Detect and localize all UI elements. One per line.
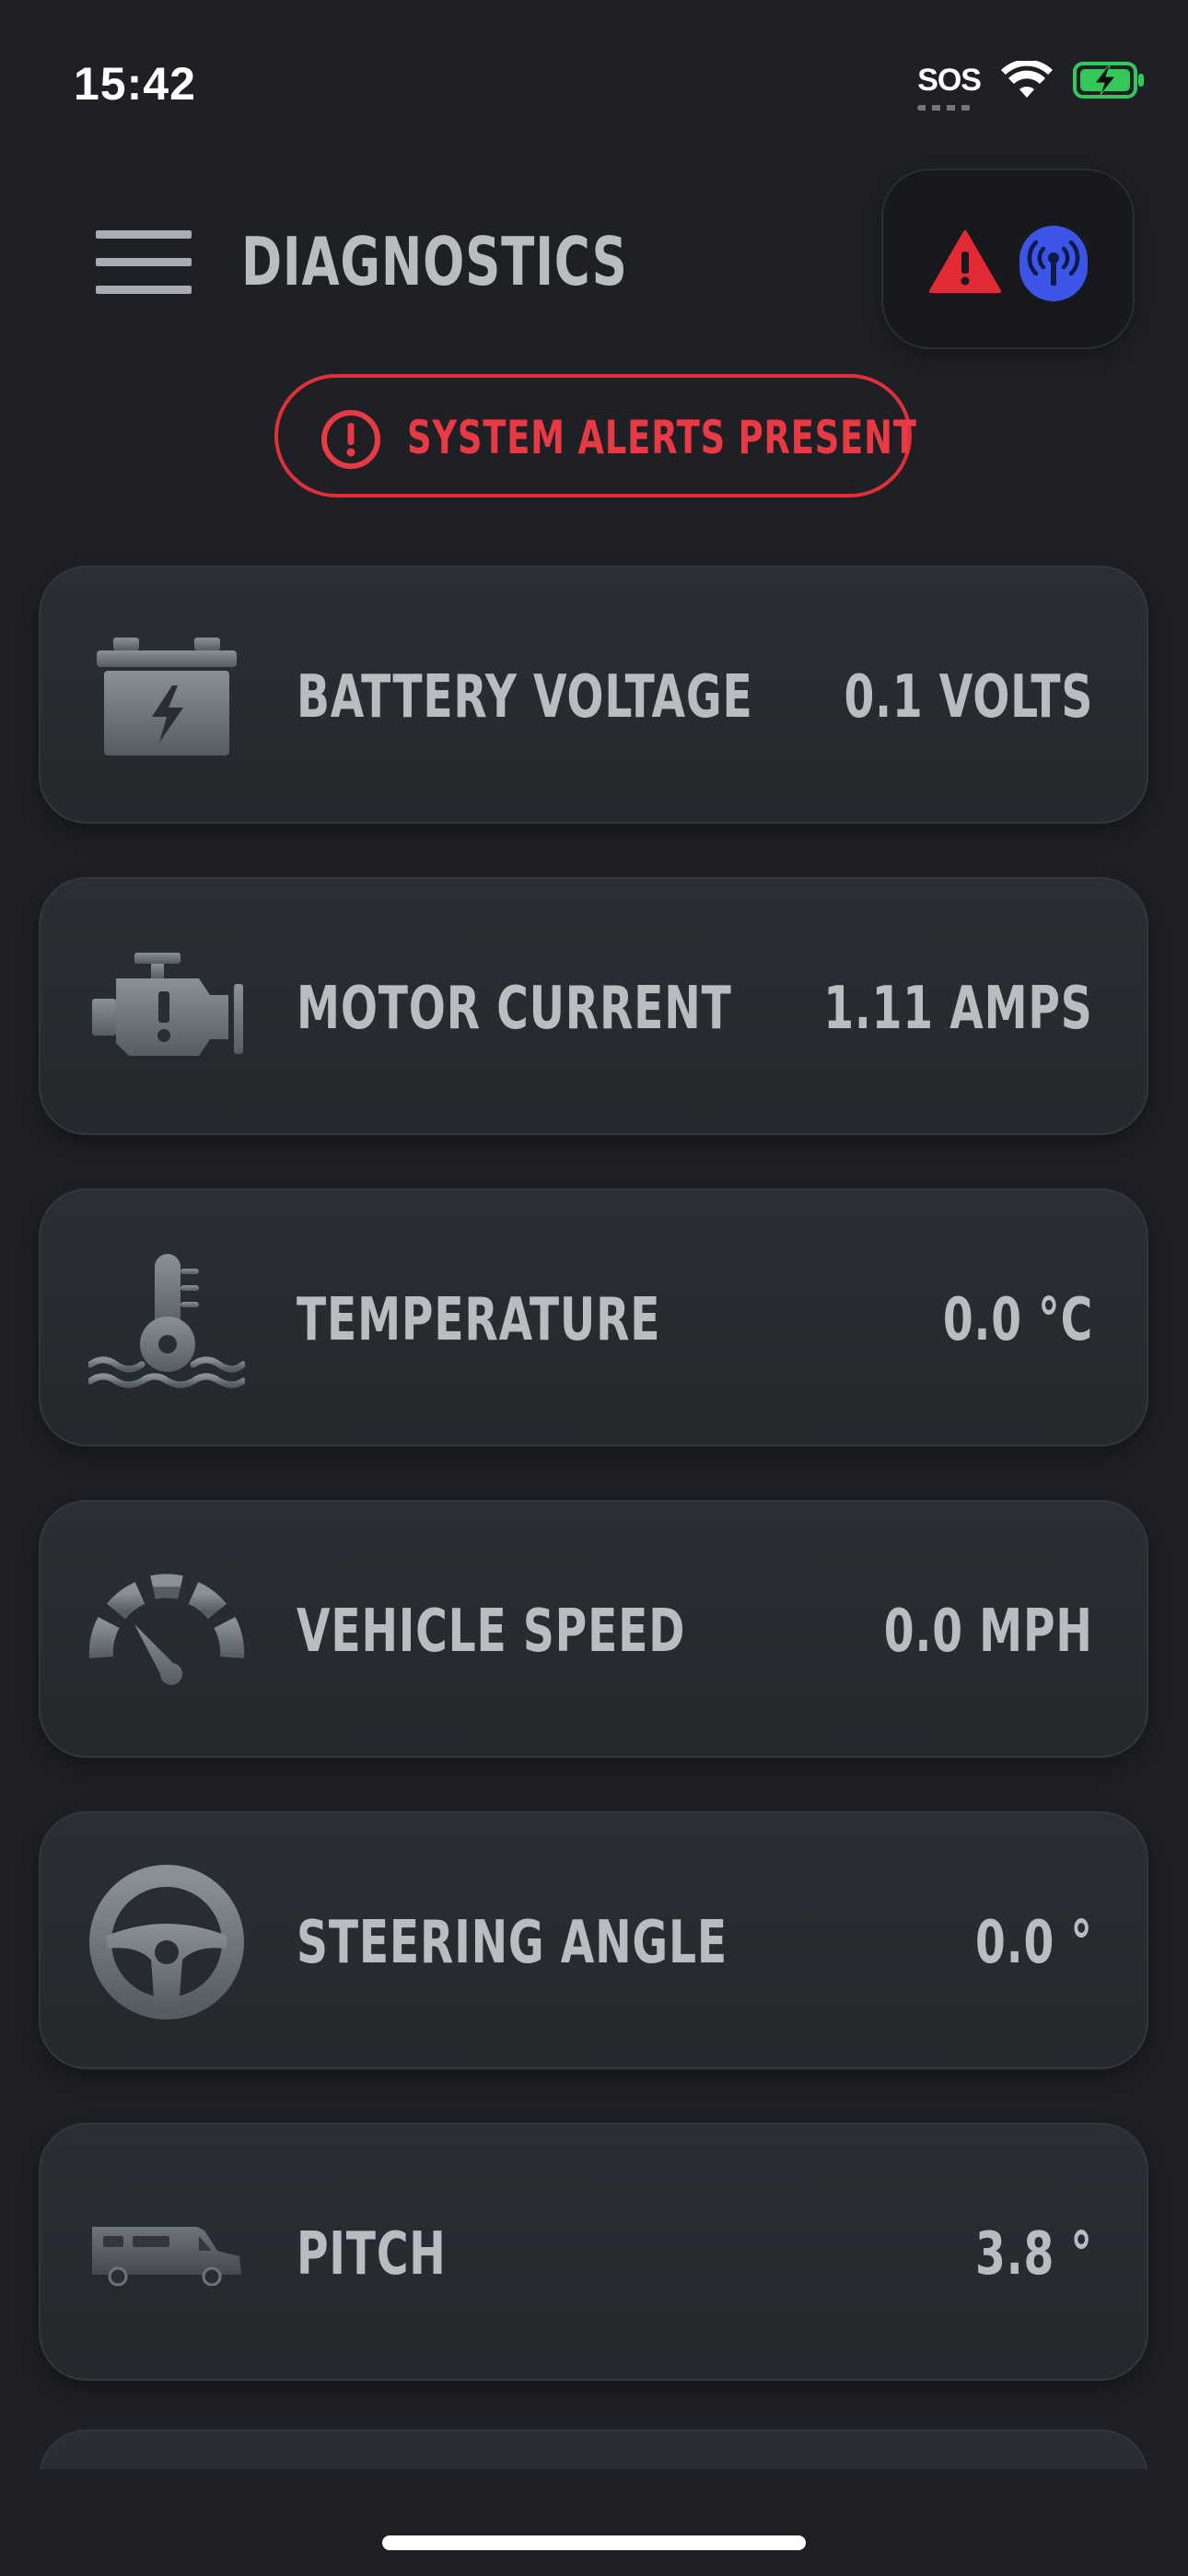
metric-value: 0.0 ° — [975, 1909, 1093, 1977]
steering-wheel-icon — [88, 1865, 245, 2020]
home-indicator[interactable] — [382, 2535, 806, 2550]
metric-card-steering-angle[interactable]: STEERING ANGLE 0.0 ° — [39, 1811, 1148, 2069]
thermometer-icon — [88, 1246, 245, 1393]
menu-bar-middle — [96, 258, 192, 266]
menu-bar-bottom — [96, 286, 192, 294]
status-icons: SOS — [917, 61, 1147, 111]
metric-value: 0.0 MPH — [884, 1598, 1093, 1666]
metric-value: 0.1 VOLTS — [844, 663, 1093, 732]
connection-status-chip[interactable] — [881, 169, 1135, 349]
alert-text: SYSTEM ALERTS PRESENT — [407, 411, 917, 464]
metric-card-pitch[interactable]: PITCH 3.8 ° — [39, 2123, 1148, 2381]
metric-card-battery-voltage[interactable]: BATTERY VOLTAGE 0.1 VOLTS — [39, 566, 1148, 824]
battery-icon — [88, 623, 245, 770]
app-header: DIAGNOSTICS — [0, 166, 1188, 369]
engine-icon — [88, 934, 245, 1082]
battery-charging-icon — [1073, 62, 1144, 99]
metric-label: BATTERY VOLTAGE — [297, 663, 753, 732]
alert-circle-icon — [321, 410, 380, 469]
menu-button[interactable] — [96, 230, 192, 295]
metric-label: TEMPERATURE — [297, 1286, 661, 1354]
status-bar: 15:42 SOS — [0, 0, 1188, 166]
speedometer-icon — [88, 1557, 245, 1704]
radio-signal-icon — [1019, 226, 1088, 301]
wifi-icon — [1001, 61, 1053, 98]
metric-label: STEERING ANGLE — [297, 1909, 728, 1977]
signal-dots — [917, 104, 972, 111]
metric-value: 0.0 °C — [942, 1286, 1093, 1354]
sos-indicator: SOS — [917, 62, 982, 111]
sos-label: SOS — [917, 62, 982, 98]
metric-value: 1.11 AMPS — [823, 975, 1093, 1043]
status-time: 15:42 — [74, 58, 196, 110]
metric-card-vehicle-speed[interactable]: VEHICLE SPEED 0.0 MPH — [39, 1500, 1148, 1758]
rv-icon — [88, 2180, 245, 2327]
metric-label: MOTOR CURRENT — [297, 975, 732, 1043]
metric-label: PITCH — [297, 2220, 447, 2289]
menu-bar-top — [96, 230, 192, 239]
page-title: DIAGNOSTICS — [241, 223, 628, 300]
metric-label: VEHICLE SPEED — [297, 1598, 686, 1666]
bottom-safe-area — [0, 2469, 1188, 2576]
metric-card-motor-current[interactable]: MOTOR CURRENT 1.11 AMPS — [39, 877, 1148, 1135]
metric-value: 3.8 ° — [975, 2220, 1093, 2289]
metric-card-temperature[interactable]: TEMPERATURE 0.0 °C — [39, 1188, 1148, 1446]
system-alerts-button[interactable]: SYSTEM ALERTS PRESENT — [274, 374, 916, 498]
warning-icon — [929, 230, 1001, 293]
